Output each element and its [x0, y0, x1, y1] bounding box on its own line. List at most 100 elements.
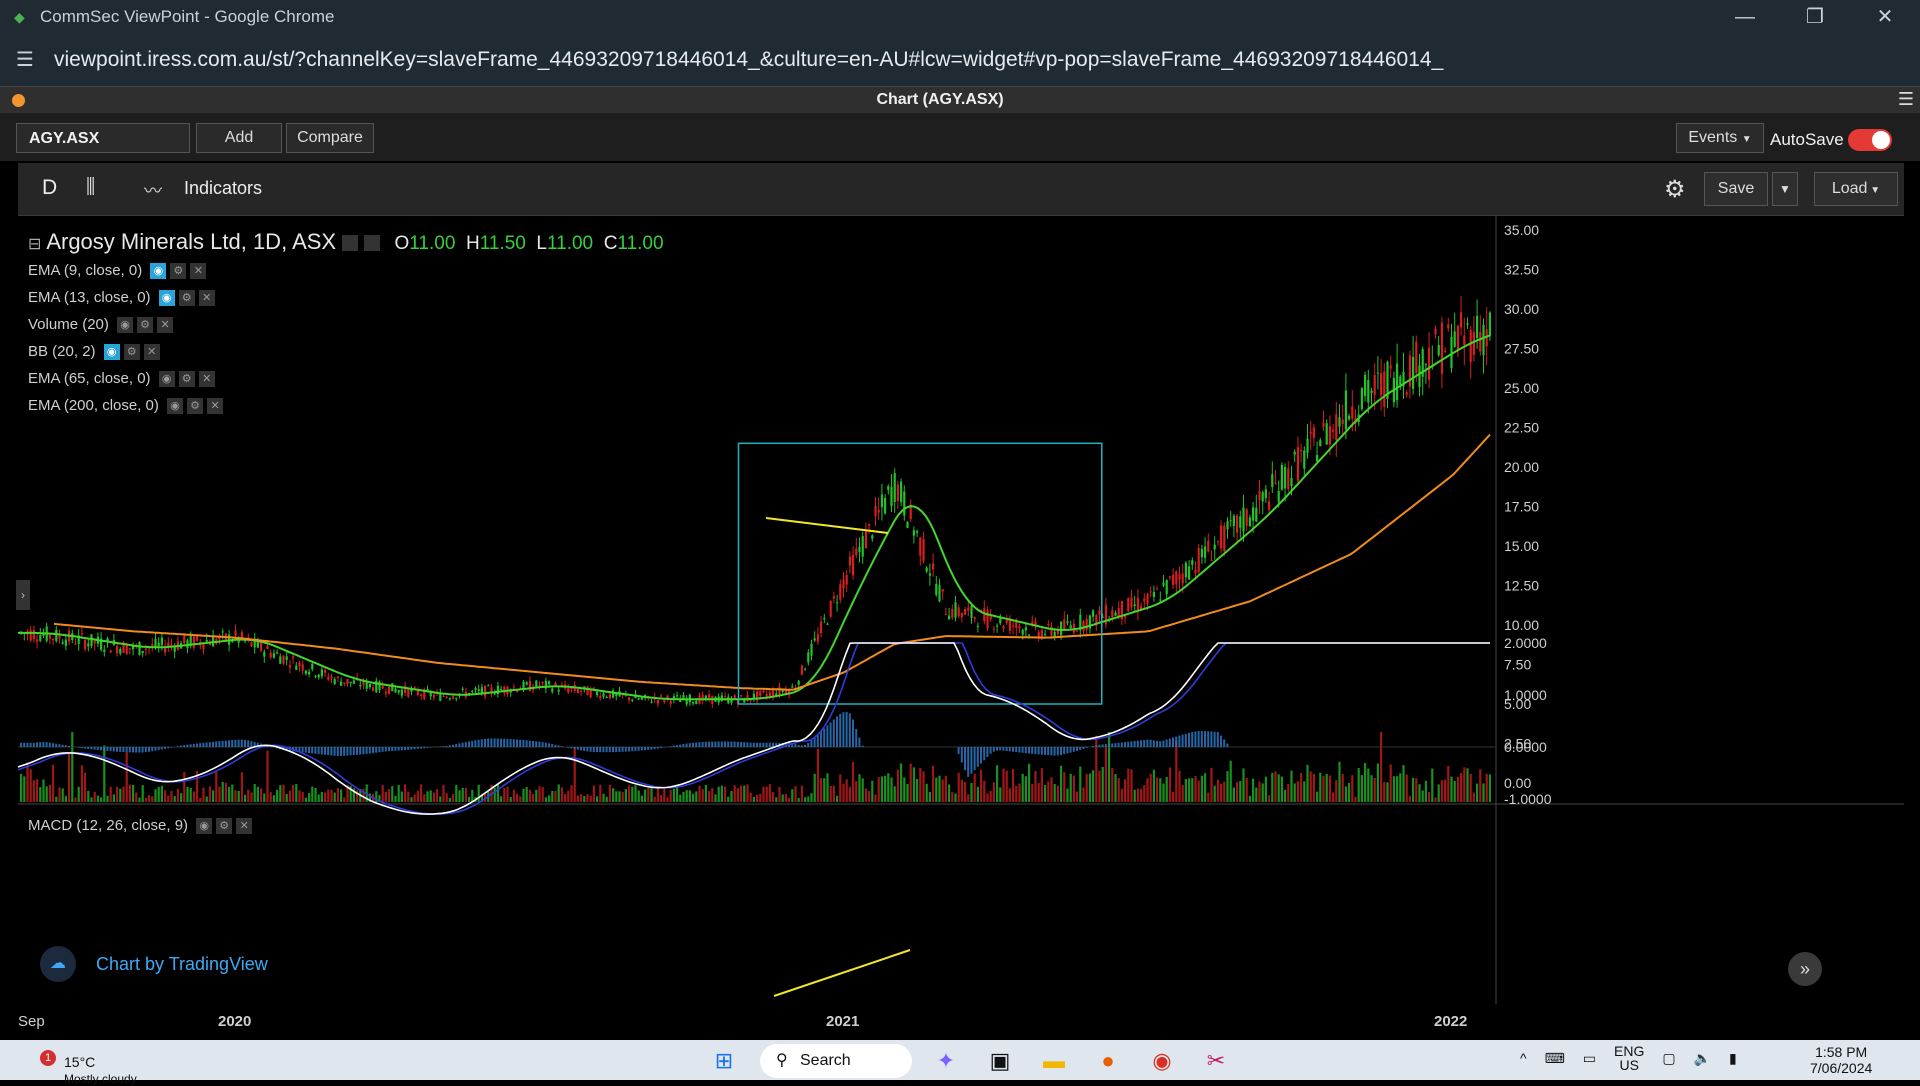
eye-icon[interactable]: ◉	[159, 290, 175, 306]
legend-gear-icon[interactable]	[364, 235, 380, 251]
compare-button[interactable]: Compare	[286, 123, 374, 153]
price-chart[interactable]: 35.0032.5030.0027.5025.0022.5020.0017.50…	[18, 216, 1904, 1038]
eye-icon[interactable]: ◉	[104, 344, 120, 360]
battery-icon[interactable]: ▮	[1729, 1050, 1737, 1072]
restore-icon[interactable]: ❐	[1780, 0, 1850, 34]
gear-icon[interactable]: ⚙	[179, 371, 195, 387]
candle-body	[766, 694, 768, 697]
gear-icon[interactable]: ⚙	[137, 317, 153, 333]
indicator-legend-volume[interactable]: Volume (20) ◉⚙✕	[28, 316, 173, 333]
site-info-icon[interactable]: ☰	[12, 47, 38, 73]
candle-body	[596, 692, 598, 696]
gear-icon[interactable]: ⚙	[124, 344, 140, 360]
chrome-icon[interactable]: ◉	[1142, 1045, 1182, 1077]
save-dropdown-chevron-icon[interactable]: ▼	[1772, 172, 1798, 206]
volume-bar	[228, 787, 230, 802]
volume-bar	[791, 789, 793, 802]
settings-gear-icon[interactable]: ⚙	[1664, 175, 1686, 204]
close-icon[interactable]: ✕	[1850, 0, 1920, 34]
windows-start-icon[interactable]: ⊞	[710, 1047, 738, 1075]
hamburger-menu-icon[interactable]: ☰	[1898, 89, 1914, 110]
symbol-input[interactable]: AGY.ASX	[16, 123, 190, 153]
indicator-legend-ema9[interactable]: EMA (9, close, 0) ◉⚙✕	[28, 262, 206, 279]
candle-body	[542, 682, 544, 683]
eye-icon[interactable]: ◉	[117, 317, 133, 333]
volume-bar	[177, 789, 179, 802]
volume-bar	[1134, 790, 1136, 802]
tradingview-logo-icon[interactable]: ☁	[40, 946, 76, 982]
scroll-to-realtime-icon[interactable]: »	[1788, 952, 1822, 986]
task-view-icon[interactable]: ▣	[980, 1045, 1020, 1077]
clock[interactable]: 1:58 PM7/06/2024	[1810, 1044, 1872, 1076]
gear-icon[interactable]: ⚙	[216, 818, 232, 834]
save-button[interactable]: Save	[1704, 172, 1768, 206]
volume-icon[interactable]: 🔈	[1694, 1050, 1711, 1072]
macd-histogram-bar	[970, 747, 972, 774]
taskbar-search[interactable]: ⚲Search	[760, 1044, 912, 1078]
network-icon[interactable]: ▢	[1662, 1050, 1675, 1072]
volume-bar	[593, 785, 595, 802]
macd-legend[interactable]: MACD (12, 26, close, 9) ◉⚙✕	[28, 817, 252, 834]
indicator-legend-ema13[interactable]: EMA (13, close, 0) ◉⚙✕	[28, 289, 215, 306]
indicator-legend-ema200[interactable]: EMA (200, close, 0) ◉⚙✕	[28, 397, 223, 414]
firefox-icon[interactable]: ●	[1088, 1045, 1128, 1077]
indicator-legend-bb[interactable]: BB (20, 2) ◉⚙✕	[28, 343, 160, 360]
load-button[interactable]: Load ▼	[1814, 172, 1898, 206]
close-icon[interactable]: ✕	[144, 344, 160, 360]
resolution-button[interactable]: D	[42, 176, 57, 200]
volume-bar	[1015, 786, 1017, 802]
candle-body	[452, 696, 454, 698]
volume-bar	[1073, 776, 1075, 802]
tray-overflow-icon[interactable]: ^	[1520, 1050, 1527, 1072]
price-tick-label: 35.00	[1504, 222, 1539, 238]
minimize-icon[interactable]: —	[1710, 0, 1780, 34]
candle-body	[305, 671, 307, 674]
macd-histogram-bar	[961, 747, 963, 763]
macd-histogram-bar	[30, 743, 32, 747]
eye-icon[interactable]: ◉	[196, 818, 212, 834]
time-tick-label: 2022	[1434, 1013, 1467, 1030]
gear-icon[interactable]: ⚙	[179, 290, 195, 306]
collapse-legend-icon[interactable]: ⊟	[28, 236, 41, 253]
candlestick-type-icon[interactable]: ⫼	[86, 176, 95, 199]
volume-bar	[734, 785, 736, 802]
tablet-icon[interactable]: ▭	[1583, 1050, 1596, 1072]
keyboard-icon[interactable]: ⌨	[1545, 1050, 1565, 1072]
gear-icon[interactable]: ⚙	[170, 263, 186, 279]
autosave-toggle[interactable]	[1848, 129, 1892, 151]
volume-bar	[535, 790, 537, 802]
close-icon[interactable]: ✕	[199, 371, 215, 387]
add-button[interactable]: Add	[196, 123, 282, 153]
eye-icon[interactable]: ◉	[159, 371, 175, 387]
snipping-tool-icon[interactable]: ✂	[1196, 1045, 1236, 1077]
macd-histogram-bar	[993, 747, 995, 752]
weather-widget[interactable]: 15°CMostly cloudy	[64, 1054, 137, 1086]
copilot-icon[interactable]: ✦	[926, 1045, 966, 1077]
indicators-button[interactable]: Indicators	[184, 178, 262, 199]
eye-icon[interactable]: ◉	[167, 398, 183, 414]
indicators-icon[interactable]: 〰	[144, 177, 162, 203]
expand-sidebar-icon[interactable]: ›	[16, 580, 30, 610]
legend-eye-icon[interactable]	[342, 235, 358, 251]
events-dropdown[interactable]: Events ▼	[1676, 123, 1764, 153]
close-icon[interactable]: ✕	[207, 398, 223, 414]
volume-bar	[993, 782, 995, 802]
volume-bar	[865, 788, 867, 802]
gear-icon[interactable]: ⚙	[187, 398, 203, 414]
language-indicator[interactable]: ENGUS	[1614, 1044, 1644, 1072]
candle-body	[484, 686, 486, 697]
volume-bar	[942, 779, 944, 802]
close-icon[interactable]: ✕	[190, 263, 206, 279]
close-icon[interactable]: ✕	[236, 818, 252, 834]
close-icon[interactable]: ✕	[157, 317, 173, 333]
candle-body	[1460, 312, 1462, 327]
eye-icon[interactable]: ◉	[150, 263, 166, 279]
volume-bar	[666, 797, 668, 802]
indicator-legend-ema65[interactable]: EMA (65, close, 0) ◉⚙✕	[28, 370, 215, 387]
file-explorer-icon[interactable]: ▬	[1034, 1045, 1074, 1077]
macd-histogram-bar	[199, 743, 201, 747]
macd-histogram-bar	[487, 739, 489, 747]
url-text[interactable]: viewpoint.iress.com.au/st/?channelKey=sl…	[54, 48, 1443, 72]
close-icon[interactable]: ✕	[199, 290, 215, 306]
tradingview-attribution[interactable]: Chart by TradingView	[96, 954, 268, 975]
